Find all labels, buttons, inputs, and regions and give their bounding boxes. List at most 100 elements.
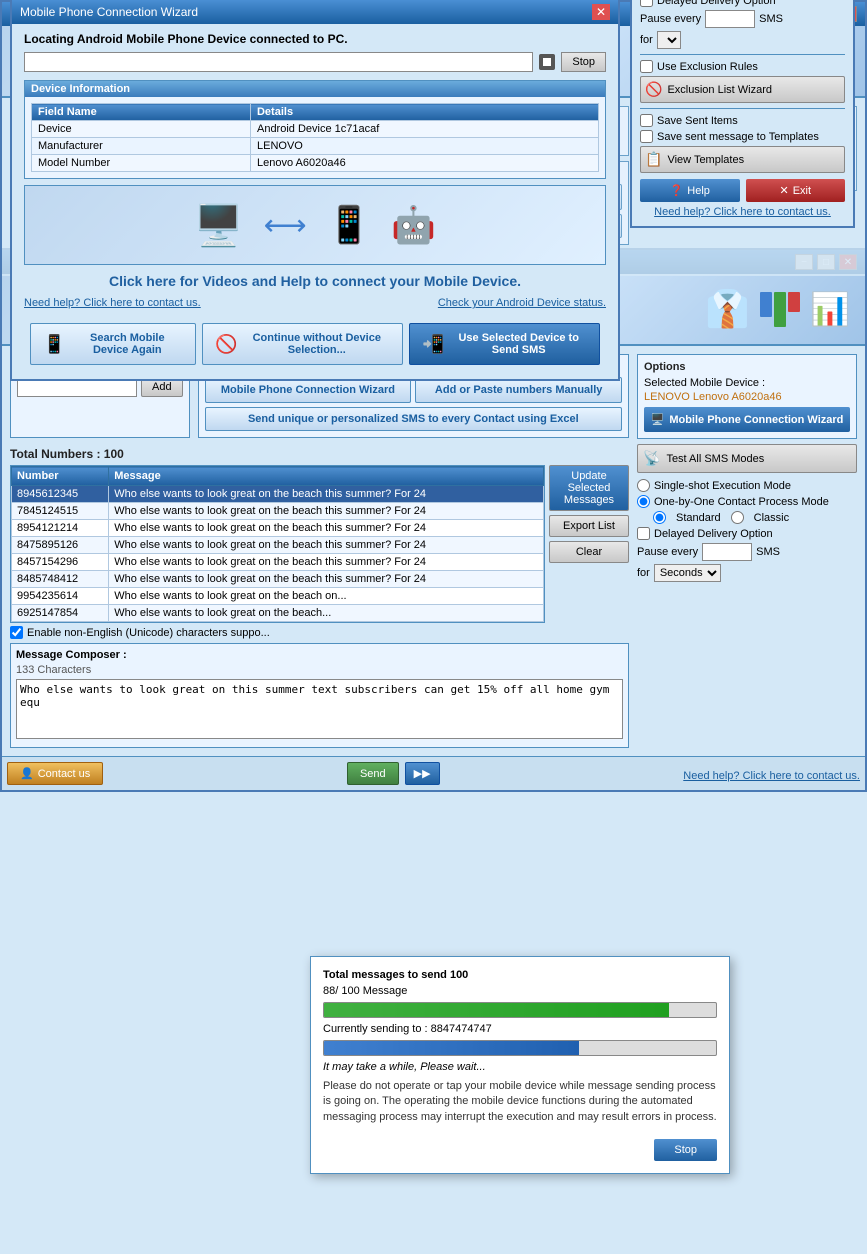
progress-bar2-container (323, 1040, 717, 1056)
use-exclusion-checkbox[interactable] (640, 60, 653, 73)
bottom-single-shot-radio[interactable] (637, 479, 650, 492)
table-row: 8945612345Who else wants to look great o… (12, 486, 544, 503)
progress-bar-1 (324, 1003, 669, 1017)
bottom-wizard-button[interactable]: 🖥️ Mobile Phone Connection Wizard (644, 407, 850, 432)
computer-icon: 🖥️ (194, 202, 244, 249)
wizard-title-bar: Mobile Phone Connection Wizard ✕ (12, 0, 618, 24)
bottom-standard-radio[interactable] (653, 511, 666, 524)
col-message: Message (109, 467, 544, 486)
progress-current-msg: 88/ 100 Message (323, 985, 717, 997)
table-row: Device Android Device 1c71acaf (32, 121, 599, 138)
contact-us-button[interactable]: 👤 Contact us (7, 762, 103, 785)
message-textarea[interactable]: Who else wants to look great on this sum… (16, 679, 623, 739)
progress-sending-to: Currently sending to : 8847474747 (323, 1023, 717, 1035)
bottom-one-by-one-label: One-by-One Contact Process Mode (654, 496, 829, 508)
use-selected-label: Use Selected Device to Send SMS (450, 332, 587, 356)
bottom-pie-chart-icon: 📊 (810, 290, 850, 328)
use-selected-button[interactable]: 📲 Use Selected Device to Send SMS (409, 323, 600, 365)
save-sent-label: Save Sent Items (657, 115, 738, 127)
table-scroll[interactable]: Number Message 8945612345Who else wants … (11, 466, 544, 622)
bottom-one-by-one-radio[interactable] (637, 495, 650, 508)
cell-number: 8485748412 (12, 571, 109, 588)
clear-button[interactable]: Clear (549, 541, 629, 563)
bottom-send-unique-button[interactable]: Send unique or personalized SMS to every… (205, 407, 622, 431)
tmpl-label: View Templates (667, 154, 744, 166)
field-device: Device (32, 121, 251, 138)
bottom-test-sms-button[interactable]: 📡 Test All SMS Modes (637, 444, 857, 473)
bottom-contact-link[interactable]: Need help? Click here to contact us. (683, 770, 860, 782)
send-button[interactable]: Send (347, 762, 399, 785)
bottom-for-label: for (637, 567, 650, 579)
table-section: Number Message 8945612345Who else wants … (10, 465, 629, 623)
continue-without-button[interactable]: 🚫 Continue without Device Selection... (202, 323, 403, 365)
bottom-right-btns: Send ▶▶ (347, 762, 440, 785)
cell-number: 9954235614 (12, 588, 109, 605)
progress-row: Stop (24, 52, 606, 72)
bottom-test-sms-label: Test All SMS Modes (666, 453, 764, 465)
export-list-button[interactable]: Export List (549, 515, 629, 537)
table-side-buttons: Update Selected Messages Export List Cle… (549, 465, 629, 623)
exit-label: Exit (793, 185, 811, 197)
total-numbers: Total Numbers : 100 (10, 443, 629, 465)
help-link[interactable]: Need help? Click here to contact us. (24, 297, 201, 309)
wizard-big-text[interactable]: Click here for Videos and Help to connec… (24, 273, 606, 289)
bottom-single-shot-row: Single-shot Execution Mode (637, 479, 857, 492)
bottom-sms-label: SMS (756, 546, 780, 558)
delayed-delivery-row: Delayed Delivery Option (640, 0, 845, 7)
wizard-stop-button[interactable]: Stop (561, 52, 606, 72)
view-templates-button[interactable]: 📋 View Templates (640, 146, 845, 173)
col-field: Field Name (32, 104, 251, 121)
update-selected-button[interactable]: Update Selected Messages (549, 465, 629, 511)
check-link[interactable]: Check your Android Device status. (438, 297, 606, 309)
cell-number: 8457154296 (12, 554, 109, 571)
bottom-standard-classic-row: Standard Classic (653, 511, 857, 524)
device-info-section: Device Information Field Name Details De… (24, 80, 606, 179)
forward-button[interactable]: ▶▶ (405, 762, 440, 785)
device-info-table: Field Name Details Device Android Device… (31, 103, 599, 172)
val-model: Lenovo A6020a46 (250, 155, 598, 172)
selected-device-icon: 📲 (422, 334, 444, 355)
bottom-main-area: Enter Recipient Number Add Import and Co… (2, 346, 865, 756)
cell-number: 8475895126 (12, 537, 109, 554)
bottom-options-panel: Options Selected Mobile Device : LENOVO … (637, 354, 857, 439)
unicode-checkbox[interactable] (10, 626, 23, 639)
stop-icon (539, 54, 555, 70)
wizard-close-button[interactable]: ✕ (592, 4, 610, 20)
bottom-delayed-checkbox[interactable] (637, 527, 650, 540)
contact-link-top[interactable]: Need help? Click here to contact us. (640, 206, 845, 218)
help-icon: ❓ (670, 184, 684, 197)
bottom-for-select[interactable]: Seconds (654, 564, 721, 582)
table-row: Manufacturer LENOVO (32, 138, 599, 155)
tmpl-icon: 📋 (645, 151, 662, 168)
use-exclusion-row: Use Exclusion Rules (640, 60, 845, 73)
bottom-pause-input[interactable] (702, 543, 752, 561)
search-again-button[interactable]: 📱 Search Mobile Device Again (30, 323, 196, 365)
delayed-delivery-checkbox[interactable] (640, 0, 653, 7)
bottom-pause-row: Pause every SMS (637, 543, 857, 561)
exclusion-wizard-button[interactable]: 🚫 Exclusion List Wizard (640, 76, 845, 103)
wizard-image-area: 🖥️ ⟷ 📱 🤖 (24, 185, 606, 265)
exit-button[interactable]: ✕ Exit (746, 179, 846, 202)
contact-icon: 👤 (20, 767, 34, 780)
cell-number: 8954121214 (12, 520, 109, 537)
for-select[interactable] (657, 31, 681, 49)
cell-number: 7845124515 (12, 503, 109, 520)
cell-message: Who else wants to look great on the beac… (109, 520, 544, 537)
progress-total: Total messages to send 100 (323, 969, 717, 981)
bottom-classic-radio[interactable] (731, 511, 744, 524)
save-sent-checkbox[interactable] (640, 114, 653, 127)
pause-input[interactable] (705, 10, 755, 28)
for-label: for (640, 34, 653, 46)
save-template-checkbox[interactable] (640, 130, 653, 143)
table-head: Number Message (12, 467, 544, 486)
bottom-pause-label: Pause every (637, 546, 698, 558)
bottom-chart-bar3 (788, 292, 800, 312)
table-header-row: Number Message (12, 467, 544, 486)
help-button[interactable]: ❓ Help (640, 179, 740, 202)
bottom-left-panel: Enter Recipient Number Add Import and Co… (10, 354, 629, 748)
table-header-row: Field Name Details (32, 104, 599, 121)
progress-stop-button[interactable]: Stop (654, 1139, 717, 1161)
android-device-icon: 📱 (327, 204, 372, 246)
help-label: Help (687, 185, 710, 197)
no-device-icon: 🚫 (215, 334, 237, 355)
